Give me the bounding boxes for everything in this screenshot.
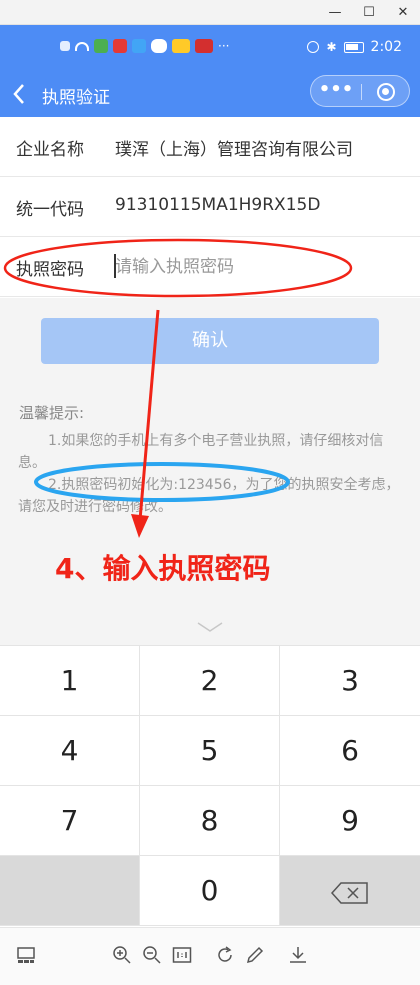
key-5[interactable]: 5 (140, 716, 280, 786)
app-icon (113, 39, 127, 53)
company-value: 璞浑（上海）管理咨询有限公司 (115, 140, 353, 160)
tip-item: 2.执照密码初始化为:123456，为了您的执照安全考虑，请您及时进行密码修改。 (18, 477, 400, 515)
confirm-button[interactable]: 确认 (41, 318, 379, 364)
tips-title: 温馨提示: (19, 404, 85, 422)
password-input[interactable] (115, 251, 405, 283)
backspace-icon (330, 882, 368, 904)
password-label: 执照密码 (16, 260, 84, 280)
numeric-keypad: 1 2 3 4 5 6 7 8 9 0 (0, 609, 420, 927)
page-title: 执照验证 (42, 88, 110, 108)
window-title-bar: — ☐ ✕ (0, 0, 420, 25)
status-bar: ··· ✱ 2:02 (0, 25, 420, 71)
company-label: 企业名称 (16, 140, 84, 160)
license-form: 企业名称 璞浑（上海）管理咨询有限公司 统一代码 91310115MA1H9RX… (0, 117, 420, 297)
actual-size-icon[interactable] (172, 945, 192, 965)
more-icon: ··· (218, 39, 230, 53)
step-annotation: 4、输入执照密码 (55, 552, 271, 585)
capsule-divider (361, 84, 362, 100)
minimize-button[interactable]: — (318, 0, 352, 25)
company-row: 企业名称 璞浑（上海）管理咨询有限公司 (0, 117, 420, 177)
key-1[interactable]: 1 (0, 646, 140, 716)
code-label: 统一代码 (16, 200, 84, 220)
viewer-toolbar (0, 927, 420, 985)
download-icon[interactable] (288, 945, 308, 965)
key-2[interactable]: 2 (140, 646, 280, 716)
close-target-icon[interactable] (377, 83, 395, 101)
key-4[interactable]: 4 (0, 716, 140, 786)
chevron-left-icon (13, 84, 24, 104)
back-button[interactable] (12, 79, 34, 109)
key-7[interactable]: 7 (0, 786, 140, 856)
miniprogram-capsule: ••• (310, 75, 410, 107)
signal-icon (60, 41, 70, 51)
zoom-out-icon[interactable] (142, 945, 162, 965)
code-value: 91310115MA1H9RX15D (115, 195, 321, 215)
bluetooth-icon: ✱ (326, 40, 337, 54)
battery-icon (343, 41, 364, 53)
wifi-icon (75, 41, 89, 51)
key-0[interactable]: 0 (140, 856, 280, 926)
app-icon (132, 39, 146, 53)
alarm-icon (307, 41, 320, 53)
key-3[interactable]: 3 (280, 646, 420, 716)
cloud-icon (151, 39, 167, 53)
rotate-icon[interactable] (215, 945, 235, 965)
more-menu-button[interactable]: ••• (311, 76, 361, 108)
thumbnail-icon[interactable] (16, 945, 36, 965)
zoom-in-icon[interactable] (112, 945, 132, 965)
app-icon (172, 39, 190, 53)
chevron-down-icon (197, 622, 223, 632)
key-9[interactable]: 9 (280, 786, 420, 856)
tip-item: 1.如果您的手机上有多个电子营业执照，请仔细核对信息。 (18, 433, 384, 471)
app-icon (94, 39, 108, 53)
key-6[interactable]: 6 (280, 716, 420, 786)
close-button[interactable]: ✕ (386, 0, 420, 25)
maximize-button[interactable]: ☐ (352, 0, 386, 25)
keypad-collapse-bar[interactable] (0, 609, 420, 646)
text-cursor (114, 254, 116, 278)
key-8[interactable]: 8 (140, 786, 280, 856)
app-icon (195, 39, 213, 53)
status-system-icons: ✱ 2:02 (307, 39, 402, 55)
code-row: 统一代码 91310115MA1H9RX15D (0, 177, 420, 237)
status-time: 2:02 (370, 39, 402, 55)
nav-bar: 执照验证 ••• (0, 71, 420, 117)
edit-icon[interactable] (245, 945, 265, 965)
key-blank (0, 856, 140, 926)
password-row: 执照密码 (0, 237, 420, 297)
status-notification-icons: ··· (60, 39, 229, 53)
